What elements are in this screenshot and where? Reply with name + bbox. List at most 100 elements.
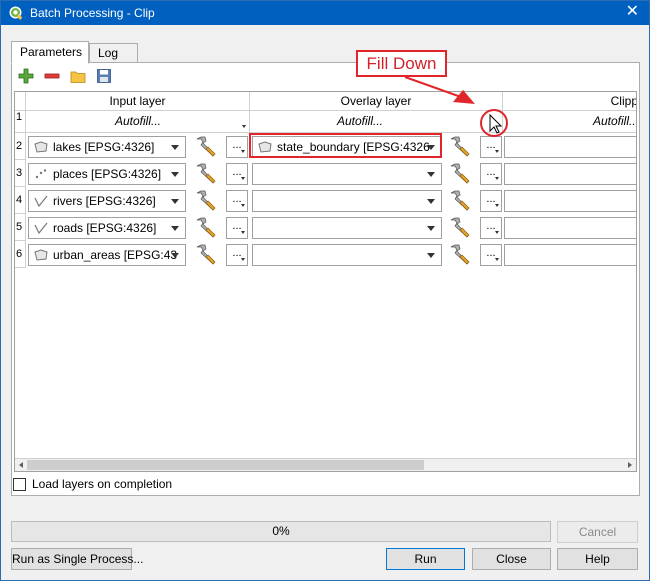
row-number: 1	[15, 111, 26, 133]
add-row-icon[interactable]	[18, 68, 34, 84]
wrench-icon[interactable]	[447, 189, 471, 213]
load-layers-checkbox[interactable]	[13, 478, 26, 491]
wrench-icon[interactable]	[447, 243, 471, 267]
batch-table: Input layer Overlay layer Clipp 1 Autofi…	[14, 91, 637, 472]
input-layer-combo[interactable]: rivers [EPSG:4326]	[28, 190, 186, 212]
autofill-cell-input: Autofill...	[26, 111, 250, 133]
browse-button[interactable]: ...	[480, 217, 502, 239]
chevron-down-icon	[427, 199, 435, 204]
clipped-output-field[interactable]	[504, 190, 636, 212]
input-layer-value: places [EPSG:4326]	[53, 167, 162, 181]
polygon-layer-icon	[34, 141, 48, 153]
clipped-output-field[interactable]	[504, 136, 636, 158]
input-layer-value: rivers [EPSG:4326]	[53, 194, 156, 208]
wrench-icon[interactable]	[193, 216, 217, 240]
open-folder-icon[interactable]	[70, 68, 86, 84]
title-bar: Batch Processing - Clip ✕	[1, 1, 649, 25]
corner-header	[15, 92, 26, 111]
input-layer-combo[interactable]: lakes [EPSG:4326]	[28, 136, 186, 158]
chevron-down-icon	[495, 177, 499, 180]
chevron-down-icon	[495, 204, 499, 207]
chevron-down-icon	[427, 145, 435, 150]
chevron-down-icon	[171, 253, 179, 258]
help-button[interactable]: Help	[557, 548, 638, 570]
browse-button[interactable]: ...	[480, 190, 502, 212]
overlay-layer-value: state_boundary [EPSG:4326	[277, 140, 430, 154]
browse-button[interactable]: ...	[480, 163, 502, 185]
fill-down-callout: Fill Down	[356, 50, 447, 77]
row-number: 3	[15, 160, 26, 187]
overlay-layer-combo[interactable]	[252, 217, 442, 239]
header-overlay-layer[interactable]: Overlay layer	[250, 92, 503, 111]
scroll-left-icon[interactable]	[17, 461, 25, 469]
load-layers-label: Load layers on completion	[32, 477, 173, 491]
progress-bar: 0%	[11, 521, 551, 542]
remove-row-icon[interactable]	[44, 68, 60, 84]
qgis-logo-icon	[9, 6, 23, 20]
wrench-icon[interactable]	[193, 189, 217, 213]
wrench-icon[interactable]	[193, 135, 217, 159]
window-title: Batch Processing - Clip	[30, 6, 155, 20]
save-icon[interactable]	[96, 68, 112, 84]
line-layer-icon	[34, 195, 48, 207]
run-button[interactable]: Run	[386, 548, 465, 570]
chevron-down-icon	[171, 199, 179, 204]
run-single-process-button[interactable]: Run as Single Process...	[11, 548, 143, 570]
autofill-cell-output: Autofill...	[503, 111, 636, 133]
browse-button[interactable]: ...	[226, 217, 248, 239]
chevron-down-icon	[427, 253, 435, 258]
overlay-layer-combo[interactable]: state_boundary [EPSG:4326	[252, 136, 442, 158]
chevron-down-icon	[495, 150, 499, 153]
point-layer-icon	[35, 169, 47, 179]
row-number: 5	[15, 214, 26, 241]
clipped-output-field[interactable]	[504, 163, 636, 185]
tab-log[interactable]: Log	[89, 43, 138, 63]
wrench-icon[interactable]	[447, 216, 471, 240]
row-number: 4	[15, 187, 26, 214]
clipped-output-field[interactable]	[504, 244, 636, 266]
tab-parameters[interactable]: Parameters	[11, 41, 89, 64]
input-layer-combo[interactable]: urban_areas [EPSG:43	[28, 244, 186, 266]
autofill-input-button[interactable]: Autofill...	[26, 111, 250, 131]
chevron-down-icon	[241, 258, 245, 261]
parameters-panel: Input layer Overlay layer Clipp 1 Autofi…	[11, 62, 640, 496]
input-layer-value: roads [EPSG:4326]	[53, 221, 157, 235]
horizontal-scrollbar[interactable]	[15, 458, 636, 471]
input-layer-combo[interactable]: places [EPSG:4326]	[28, 163, 186, 185]
chevron-down-icon	[495, 258, 499, 261]
row-number: 6	[15, 241, 26, 268]
overlay-layer-combo[interactable]	[252, 190, 442, 212]
cancel-button[interactable]: Cancel	[557, 521, 638, 543]
input-layer-value: lakes [EPSG:4326]	[53, 140, 155, 154]
input-layer-combo[interactable]: roads [EPSG:4326]	[28, 217, 186, 239]
browse-button[interactable]: ...	[480, 136, 502, 158]
clipped-output-field[interactable]	[504, 217, 636, 239]
batch-processing-window: Batch Processing - Clip ✕ Parameters Log…	[0, 0, 650, 581]
wrench-icon[interactable]	[447, 162, 471, 186]
overlay-layer-combo[interactable]	[252, 163, 442, 185]
overlay-layer-combo[interactable]	[252, 244, 442, 266]
browse-button[interactable]: ...	[480, 244, 502, 266]
header-clip-output[interactable]: Clipp	[503, 92, 636, 111]
scroll-right-icon[interactable]	[626, 461, 634, 469]
chevron-down-icon	[427, 172, 435, 177]
progress-label: 0%	[272, 524, 290, 538]
browse-button[interactable]: ...	[226, 136, 248, 158]
header-input-layer[interactable]: Input layer	[26, 92, 250, 111]
wrench-icon[interactable]	[193, 162, 217, 186]
browse-button[interactable]: ...	[226, 190, 248, 212]
autofill-output-button[interactable]: Autofill...	[503, 111, 636, 131]
chevron-down-icon	[171, 226, 179, 231]
wrench-icon[interactable]	[447, 135, 471, 159]
chevron-down-icon	[241, 231, 245, 234]
chevron-down-icon	[427, 226, 435, 231]
row-number: 2	[15, 133, 26, 160]
close-button[interactable]: Close	[472, 548, 551, 570]
browse-button[interactable]: ...	[226, 163, 248, 185]
input-layer-value: urban_areas [EPSG:43	[53, 248, 178, 262]
wrench-icon[interactable]	[193, 243, 217, 267]
autofill-overlay-button[interactable]: Autofill...	[250, 111, 470, 131]
close-window-icon[interactable]: ✕	[626, 3, 639, 21]
browse-button[interactable]: ...	[226, 244, 248, 266]
scrollbar-thumb[interactable]	[27, 460, 424, 470]
